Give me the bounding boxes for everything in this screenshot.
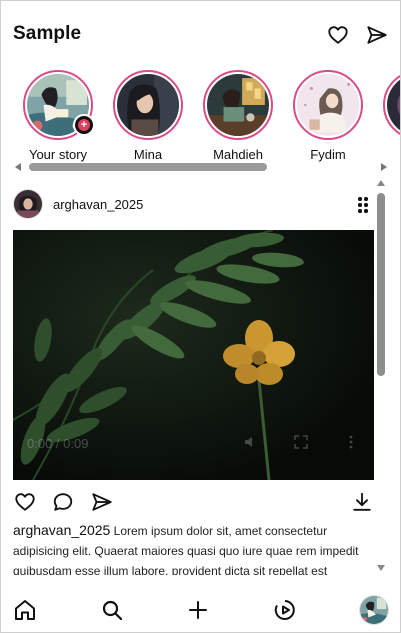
feed: arghavan_2025 0:00 / 0:09 arghavan_2025 …	[1, 179, 375, 575]
video-menu-icon[interactable]	[343, 434, 359, 450]
story-ring	[383, 70, 400, 140]
scrollbar-thumb[interactable]	[377, 193, 385, 376]
scrollbar-thumb[interactable]	[29, 163, 267, 171]
post-username[interactable]: arghavan_2025	[53, 197, 143, 212]
story-avatar	[207, 74, 269, 136]
story-label: Fydim	[310, 147, 346, 162]
fullscreen-icon[interactable]	[293, 434, 309, 450]
add-story-badge[interactable]: +	[73, 114, 95, 136]
story-avatar	[117, 74, 179, 136]
share-icon[interactable]	[90, 490, 114, 514]
story-ring	[113, 70, 183, 140]
video-controls[interactable]: 0:00 / 0:09	[13, 410, 374, 480]
story-fydim[interactable]: Fydim	[288, 70, 368, 162]
story-avatar	[297, 74, 359, 136]
home-icon[interactable]	[12, 597, 38, 623]
profile-avatar[interactable]	[359, 595, 389, 625]
feed-scrollbar[interactable]	[376, 179, 388, 575]
post-caption: arghavan_2025 Lorem ipsum dolor sit, ame…	[13, 520, 365, 575]
post-actions	[13, 490, 375, 516]
scroll-up-arrow-icon[interactable]	[377, 180, 385, 186]
volume-icon[interactable]	[243, 434, 259, 450]
post-avatar[interactable]	[13, 189, 43, 219]
add-icon[interactable]	[185, 597, 211, 623]
stories-scrollbar[interactable]	[15, 162, 387, 172]
stories-row: + Your story Mina Mahdieh Fydim	[1, 67, 400, 163]
video-time: 0:00 / 0:09	[27, 436, 89, 451]
app-title: Sample	[13, 23, 82, 44]
story-your-story[interactable]: + Your story	[18, 70, 98, 162]
send-icon[interactable]	[365, 23, 389, 47]
plus-icon: +	[78, 119, 90, 131]
scrollbar-track[interactable]	[29, 163, 373, 171]
post-video[interactable]: 0:00 / 0:09	[13, 230, 374, 480]
story-partial[interactable]	[378, 70, 400, 147]
story-ring: +	[23, 70, 95, 140]
story-ring	[293, 70, 363, 140]
story-mina[interactable]: Mina	[108, 70, 188, 162]
comment-icon[interactable]	[51, 490, 75, 514]
more-options-icon[interactable]	[357, 195, 371, 215]
story-avatar	[387, 74, 400, 136]
like-icon[interactable]	[13, 490, 37, 514]
download-icon[interactable]	[350, 490, 374, 514]
caption-username[interactable]: arghavan_2025	[13, 522, 110, 538]
reels-icon[interactable]	[272, 597, 298, 623]
story-mahdieh[interactable]: Mahdieh	[198, 70, 278, 162]
bottom-nav	[1, 581, 400, 632]
post-header: arghavan_2025	[13, 189, 373, 221]
story-label: Your story	[28, 147, 88, 162]
scroll-down-arrow-icon[interactable]	[377, 565, 385, 571]
scroll-right-arrow-icon[interactable]	[381, 163, 387, 171]
story-label: Mina	[133, 147, 163, 162]
app-frame: Sample + Your story Mina Mahdieh Fydim a…	[0, 0, 401, 633]
top-bar: Sample	[1, 1, 400, 67]
heart-icon[interactable]	[326, 23, 350, 47]
search-icon[interactable]	[99, 597, 125, 623]
scroll-left-arrow-icon[interactable]	[15, 163, 21, 171]
story-ring	[203, 70, 273, 140]
story-label: Mahdieh	[213, 147, 263, 162]
